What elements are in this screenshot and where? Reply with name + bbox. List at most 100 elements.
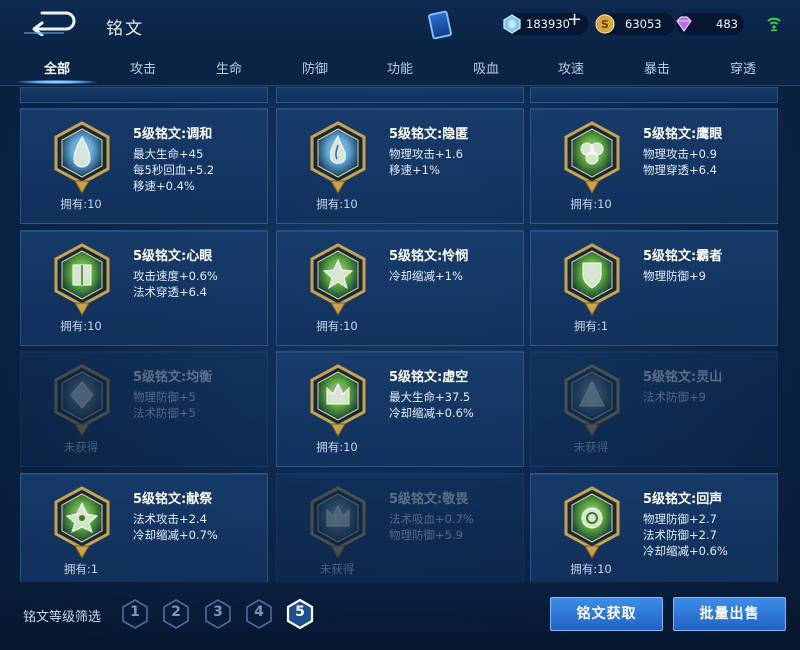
rune-stats: 物理防御+2.7 法术防御+2.7 冷却缩减+0.6% <box>643 511 728 559</box>
rune-owned-count: 拥有:10 <box>316 319 358 333</box>
gold-amount: 63053 <box>625 17 662 31</box>
rune-stat-line: 法术防御+2.7 <box>643 528 717 542</box>
rune-owned-count: 未获得 <box>319 562 355 576</box>
rune-stats: 物理攻击+0.9 物理穿透+6.4 <box>643 146 717 178</box>
card-collection-icon[interactable] <box>427 10 453 40</box>
level-filter-1[interactable]: 1 <box>120 598 150 630</box>
rune-card-partial <box>20 87 268 103</box>
rune-stat-line: 攻击速度+0.6% <box>133 269 218 283</box>
rune-emblem-icon <box>307 243 369 317</box>
rune-name: 5级铭文:调和 <box>133 127 213 142</box>
rune-grid[interactable]: 拥有:10 5级铭文:调和 最大生命+45 每5秒回血+5.2 移速+0.4% 拥有:1… <box>0 87 800 582</box>
rune-stat-line: 法术攻击+2.4 <box>133 512 207 526</box>
rune-card[interactable]: 拥有:10 5级铭文:心眼 攻击速度+0.6% 法术穿透+6.4 <box>20 230 268 346</box>
rune-name: 5级铭文:均衡 <box>133 370 213 385</box>
tab-penetration[interactable]: 穿透 <box>700 58 786 77</box>
rune-emblem-icon <box>51 486 113 560</box>
rune-owned-count: 拥有:10 <box>60 197 102 211</box>
rune-card[interactable]: 拥有:10 5级铭文:鹰眼 物理攻击+0.9 物理穿透+6.4 <box>530 108 778 224</box>
rune-stats: 法术防御+9 <box>643 389 706 405</box>
rune-owned-count: 拥有:1 <box>63 562 99 576</box>
rune-owned-count: 拥有:10 <box>316 197 358 211</box>
tab-attack[interactable]: 攻击 <box>100 58 186 77</box>
get-runes-button[interactable]: 铭文获取 <box>550 597 663 631</box>
add-currency-button[interactable]: + <box>567 10 582 30</box>
bulk-sell-button[interactable]: 批量出售 <box>673 597 786 631</box>
rune-card[interactable]: 拥有:10 5级铭文:回声 物理防御+2.7 法术防御+2.7 冷却缩减+0.6% <box>530 473 778 582</box>
rune-card[interactable]: 未获得 5级铭文:灵山 法术防御+9 <box>530 351 778 467</box>
rune-name: 5级铭文:敬畏 <box>389 492 469 507</box>
rune-stats: 法术吸血+0.7% 物理防御+5.9 <box>389 511 474 543</box>
rune-owned-count: 拥有:10 <box>316 440 358 454</box>
level-filter-3[interactable]: 3 <box>203 598 233 630</box>
rune-name: 5级铭文:虚空 <box>389 370 469 385</box>
rune-stat-line: 移速+0.4% <box>133 179 195 193</box>
rune-stat-line: 法术吸血+0.7% <box>389 512 474 526</box>
tab-defense[interactable]: 防御 <box>272 58 358 77</box>
back-arrow-icon <box>24 11 76 37</box>
rune-card[interactable]: 拥有:10 5级铭文:隐匿 物理攻击+1.6 移速+1% <box>276 108 524 224</box>
rune-stat-line: 冷却缩减+1% <box>389 269 463 283</box>
svg-text:S: S <box>601 18 609 31</box>
level-filter-label: 4 <box>254 604 264 620</box>
level-filter-label: 3 <box>213 604 223 620</box>
diamond-icon <box>676 16 692 33</box>
tab-function[interactable]: 功能 <box>357 58 443 77</box>
tab-lifesteal[interactable]: 吸血 <box>443 58 529 77</box>
tab-health[interactable]: 生命 <box>186 58 272 77</box>
rune-card[interactable]: 拥有:1 5级铭文:献祭 法术攻击+2.4 冷却缩减+0.7% <box>20 473 268 582</box>
rune-card[interactable]: 拥有:10 5级铭文:调和 最大生命+45 每5秒回血+5.2 移速+0.4% <box>20 108 268 224</box>
rune-emblem-icon <box>561 243 623 317</box>
rune-stats: 物理防御+9 <box>643 268 706 284</box>
rune-emblem-icon <box>307 486 369 560</box>
rune-emblem-icon <box>51 243 113 317</box>
rune-card[interactable]: 未获得 5级铭文:敬畏法术吸血+0.7% 物理防御+5.9 <box>276 473 524 582</box>
rune-name: 5级铭文:回声 <box>643 492 723 507</box>
level-filter-2[interactable]: 2 <box>161 598 191 630</box>
gold-currency: S 63053 <box>595 13 675 35</box>
rune-stats: 最大生命+37.5 冷却缩减+0.6% <box>389 389 474 421</box>
rune-card[interactable]: 拥有:1 5级铭文:霸者 物理防御+9 <box>530 230 778 346</box>
level-filter-5[interactable]: 5 <box>285 598 315 630</box>
rune-stats: 法术攻击+2.4 冷却缩减+0.7% <box>133 511 218 543</box>
tab-all[interactable]: 全部 <box>14 58 100 77</box>
rune-owned-count: 未获得 <box>573 440 609 454</box>
gold-coin-icon: S <box>595 14 615 34</box>
rune-stat-line: 物理穿透+6.4 <box>643 163 717 177</box>
diamond-currency: 483 <box>676 13 744 35</box>
diamond-amount: 483 <box>716 17 738 31</box>
rune-stat-line: 移速+1% <box>389 163 440 177</box>
rune-stat-line: 物理防御+2.7 <box>643 512 717 526</box>
rune-stats: 攻击速度+0.6% 法术穿透+6.4 <box>133 268 218 300</box>
rune-card-partial <box>530 87 778 103</box>
rune-owned-count: 拥有:10 <box>570 197 612 211</box>
rune-owned-count: 未获得 <box>63 440 99 454</box>
page-title: 铭文 <box>106 19 144 39</box>
rune-stat-line: 物理防御+9 <box>643 269 706 283</box>
rune-card[interactable]: 拥有:10 5级铭文:虚空最大生命+37.5 冷却缩减+0.6% <box>276 351 524 467</box>
rune-emblem-icon <box>51 121 113 195</box>
rune-stats: 冷却缩减+1% <box>389 268 463 284</box>
level-filter-4[interactable]: 4 <box>244 598 274 630</box>
rune-stat-line: 冷却缩减+0.7% <box>133 528 218 542</box>
rune-stat-line: 法术穿透+6.4 <box>133 285 207 299</box>
rune-stat-line: 最大生命+45 <box>133 147 204 161</box>
level-filter-label: 1 <box>130 604 140 620</box>
level-filter-label: 2 <box>171 604 181 620</box>
rune-name: 5级铭文:隐匿 <box>389 127 469 142</box>
level-filter-label: 5 <box>295 604 305 620</box>
rune-owned-count: 拥有:1 <box>573 319 609 333</box>
rune-stat-line: 冷却缩减+0.6% <box>643 544 728 558</box>
rune-emblem-icon <box>561 486 623 560</box>
rune-stat-line: 物理攻击+0.9 <box>643 147 717 161</box>
rune-stat-line: 物理攻击+1.6 <box>389 147 463 161</box>
rune-emblem-icon <box>561 364 623 438</box>
rune-card[interactable]: 拥有:10 5级铭文:怜悯 冷却缩减+1% <box>276 230 524 346</box>
rune-card[interactable]: 未获得 5级铭文:均衡 物理防御+5 法术防御+5 <box>20 351 268 467</box>
tab-attack-speed[interactable]: 攻速 <box>528 58 614 77</box>
rune-card-partial <box>276 87 524 103</box>
crystal-amount: 183930 <box>526 17 570 31</box>
back-button[interactable] <box>22 10 80 37</box>
tab-critical[interactable]: 暴击 <box>614 58 700 77</box>
level-filter-label: 铭文等级筛选 <box>23 610 102 625</box>
